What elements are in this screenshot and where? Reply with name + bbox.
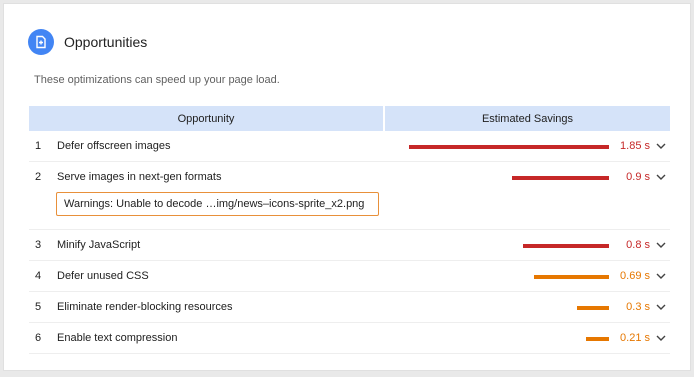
chevron-down-icon[interactable] (655, 333, 667, 343)
savings-value: 0.8 s (626, 239, 650, 251)
opportunity-row-summary[interactable]: 5 Eliminate render-blocking resources 0.3 … (29, 292, 670, 322)
opportunity-row-summary[interactable]: 2 Serve images in next-gen formats 0.9 s (29, 162, 670, 192)
row-number: 5 (35, 301, 42, 313)
savings-value: 0.21 s (620, 332, 650, 344)
opportunities-card: Opportunities These optimizations can sp… (3, 3, 691, 371)
opportunity-row[interactable]: 4 Defer unused CSS 0.69 s (29, 261, 670, 292)
opportunity-title: Serve images in next-gen formats (57, 171, 222, 183)
chevron-down-icon[interactable] (655, 271, 667, 281)
opportunity-row[interactable]: 6 Enable text compression 0.21 s (29, 323, 670, 354)
column-header-savings: Estimated Savings (481, 112, 574, 125)
savings-bar (409, 145, 609, 149)
savings-bar (586, 337, 609, 341)
opportunity-title: Defer offscreen images (57, 140, 171, 152)
opportunity-row[interactable]: 1 Defer offscreen images 1.85 s (29, 131, 670, 162)
row-number: 1 (35, 140, 42, 152)
section-header: Opportunities (28, 28, 147, 56)
savings-bar (534, 275, 609, 279)
savings-bar (523, 244, 609, 248)
row-number: 3 (35, 239, 42, 251)
warning-box: Warnings: Unable to decode …img/news–ico… (56, 192, 379, 216)
savings-bar (577, 306, 609, 310)
savings-value: 1.85 s (620, 140, 650, 152)
chevron-down-icon[interactable] (655, 302, 667, 312)
savings-value: 0.69 s (620, 270, 650, 282)
opportunity-title: Eliminate render-blocking resources (57, 301, 233, 313)
table-header: Opportunity Estimated Savings (29, 106, 670, 131)
chevron-down-icon[interactable] (655, 240, 667, 250)
row-number: 2 (35, 171, 42, 183)
opportunity-title: Minify JavaScript (57, 239, 141, 251)
opportunity-icon (28, 29, 54, 55)
opportunity-row-summary[interactable]: 4 Defer unused CSS 0.69 s (29, 261, 670, 291)
opportunity-row-summary[interactable]: 6 Enable text compression 0.21 s (29, 323, 670, 353)
savings-value: 0.3 s (626, 301, 650, 313)
opportunity-row-summary[interactable]: 3 Minify JavaScript 0.8 s (29, 230, 670, 260)
row-number: 6 (35, 332, 42, 344)
table-body: 1 Defer offscreen images 1.85 s 2 Serve imag… (29, 131, 670, 354)
section-title: Opportunities (64, 34, 148, 50)
opportunity-row[interactable]: 2 Serve images in next-gen formats 0.9 s Wa… (29, 162, 670, 230)
section-description: These optimizations can speed up your pa… (34, 74, 280, 86)
row-number: 4 (35, 270, 42, 282)
chevron-down-icon[interactable] (655, 172, 667, 182)
opportunity-title: Enable text compression (57, 332, 178, 344)
savings-bar (512, 176, 609, 180)
column-header-opportunity: Opportunity (29, 106, 385, 131)
savings-value: 0.9 s (626, 171, 650, 183)
opportunity-row[interactable]: 5 Eliminate render-blocking resources 0.3 … (29, 292, 670, 323)
opportunity-title: Defer unused CSS (57, 270, 149, 282)
opportunities-table: Opportunity Estimated Savings 1 Defer off… (29, 106, 670, 354)
chevron-down-icon[interactable] (655, 141, 667, 151)
opportunity-row[interactable]: 3 Minify JavaScript 0.8 s (29, 230, 670, 261)
opportunity-row-summary[interactable]: 1 Defer offscreen images 1.85 s (29, 131, 670, 161)
